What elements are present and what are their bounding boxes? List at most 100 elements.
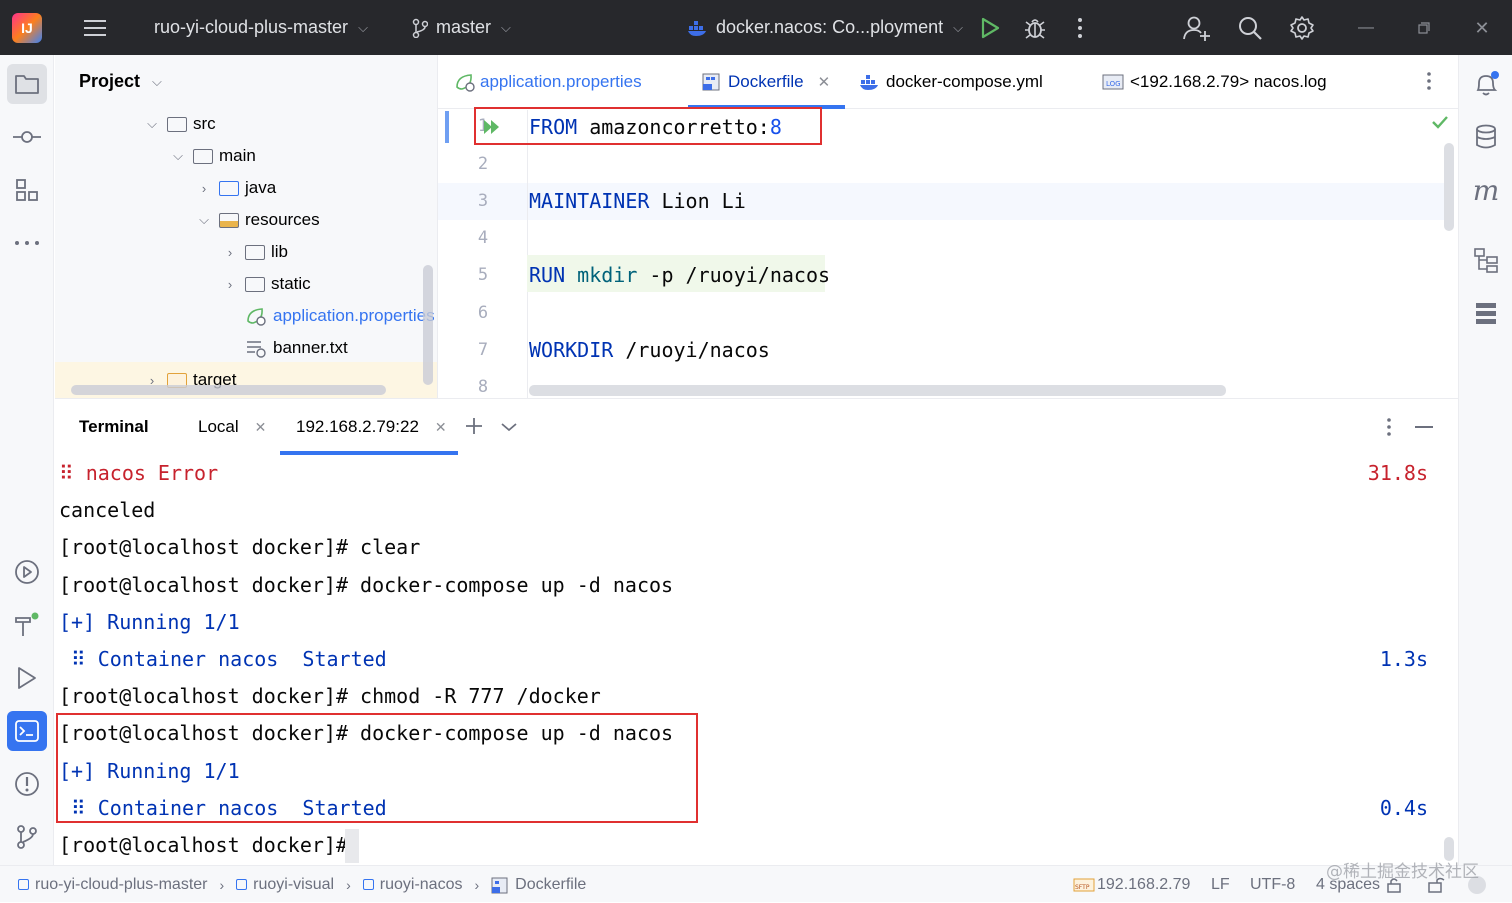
terminal-duration: 1.3s	[1379, 647, 1428, 671]
project-panel-header[interactable]: Project ⌵	[79, 71, 162, 92]
structure-diagram-icon[interactable]	[1466, 240, 1506, 280]
horizontal-scrollbar[interactable]	[529, 385, 1226, 396]
tab-ssh-session[interactable]: 192.168.2.79:22 ✕	[296, 417, 447, 437]
tab-docker-compose[interactable]: docker-compose.yml	[860, 55, 1043, 109]
right-tool-strip: m	[1458, 55, 1512, 865]
tree-item-resources[interactable]: ⌵ resources	[195, 204, 320, 236]
close-tab-icon[interactable]: ✕	[818, 73, 831, 91]
intellij-logo-icon[interactable]: IJ	[12, 13, 42, 43]
restore-window-icon[interactable]	[1410, 14, 1438, 42]
notifications-bell-icon[interactable]	[1466, 64, 1506, 104]
spring-properties-icon	[456, 74, 475, 92]
project-panel: Project ⌵ ⌵ src ⌵ main › java ⌵ resources › l…	[55, 55, 438, 398]
search-icon[interactable]	[1236, 14, 1264, 42]
file-encoding[interactable]: UTF-8	[1250, 866, 1295, 903]
tree-item-label: static	[271, 274, 311, 293]
tree-item-lib[interactable]: › lib	[221, 236, 288, 268]
chevron-right-icon: ›	[346, 876, 351, 893]
tab-nacos-log[interactable]: LOG <192.168.2.79> nacos.log	[1102, 55, 1327, 109]
maven-m-icon[interactable]: m	[1466, 170, 1506, 210]
run-config-selector[interactable]: docker.nacos: Co...ployment ⌵	[688, 0, 963, 55]
tree-item-main[interactable]: ⌵ main	[169, 140, 256, 172]
vertical-scrollbar[interactable]	[1444, 143, 1454, 231]
terminal-panel: Terminal Local ✕ 192.168.2.79:22 ✕ ⠿ nac…	[55, 398, 1458, 865]
database-icon[interactable]	[1466, 117, 1506, 157]
keyword: WORKDIR	[529, 338, 614, 362]
svg-text:SFTP: SFTP	[1075, 884, 1090, 891]
problems-tool-icon[interactable]	[7, 764, 47, 804]
line-separator[interactable]: LF	[1211, 866, 1230, 903]
terminal-options-icon[interactable]	[1386, 417, 1392, 442]
terminal-title: Terminal	[79, 417, 149, 436]
terminal-line: [root@localhost docker]# chmod -R 777 /d…	[59, 684, 601, 708]
code-text: -p /ruoyi/nacos	[637, 263, 831, 287]
code-command: mkdir	[577, 263, 638, 287]
line-number: 8	[477, 377, 489, 397]
editor-panel: application.properties Dockerfile ✕ dock…	[438, 55, 1458, 398]
line-number: 7	[477, 340, 489, 360]
tree-item-label: src	[193, 114, 216, 133]
tab-label: 192.168.2.79:22	[296, 417, 419, 436]
new-tab-plus-icon[interactable]	[465, 417, 483, 440]
terminal-prompt[interactable]: [root@localhost docker]#	[59, 833, 348, 857]
line-number: 2	[477, 154, 489, 174]
tree-item-static[interactable]: › static	[221, 268, 311, 300]
terminal-tool-icon[interactable]	[7, 711, 47, 751]
close-window-icon[interactable]: ✕	[1468, 14, 1496, 42]
project-name: ruo-yi-cloud-plus-master	[154, 17, 349, 37]
tree-item-java[interactable]: › java	[195, 172, 276, 204]
sftp-host[interactable]: SFTP 192.168.2.79	[1073, 866, 1190, 903]
terminal-line: [+] Running 1/1	[59, 610, 240, 634]
resources-folder-icon	[219, 212, 239, 228]
branch-switcher[interactable]: master ⌵	[412, 0, 511, 55]
breadcrumb-item[interactable]: ruoyi-visual	[253, 876, 334, 894]
settings-gear-icon[interactable]	[1288, 14, 1316, 42]
terminal-cursor	[345, 829, 359, 863]
tree-item-src[interactable]: ⌵ src	[143, 108, 216, 140]
no-problems-check-icon[interactable]	[1432, 115, 1448, 134]
hamburger-menu-icon[interactable]	[82, 14, 110, 42]
breadcrumb: ruo-yi-cloud-plus-master › ruoyi-visual …	[18, 866, 586, 903]
run-icon[interactable]	[976, 14, 1004, 42]
tree-item-label: java	[245, 178, 277, 197]
tree-item-banner-txt[interactable]: banner.txt	[245, 332, 348, 364]
dockerfile-icon	[702, 73, 720, 91]
close-tab-icon[interactable]: ✕	[255, 419, 267, 436]
log-file-icon: LOG	[1102, 74, 1124, 90]
line-number: 4	[477, 228, 489, 248]
minimize-panel-icon[interactable]	[1415, 426, 1433, 428]
tab-label: docker-compose.yml	[886, 72, 1043, 91]
debug-icon[interactable]	[1021, 14, 1049, 42]
text-file-icon	[247, 341, 266, 358]
tab-local[interactable]: Local ✕	[198, 417, 266, 437]
breadcrumb-item[interactable]: ruoyi-nacos	[380, 876, 463, 894]
vertical-scrollbar[interactable]	[423, 265, 433, 385]
minimize-window-icon[interactable]: —	[1352, 14, 1380, 42]
structure-tool-icon[interactable]	[7, 170, 47, 210]
commit-tool-icon[interactable]	[7, 117, 47, 157]
tab-options-icon[interactable]	[1426, 71, 1432, 96]
more-actions-icon[interactable]	[1066, 14, 1094, 42]
project-tool-icon[interactable]	[7, 64, 47, 104]
breadcrumb-item[interactable]: Dockerfile	[515, 876, 586, 894]
close-tab-icon[interactable]: ✕	[435, 419, 447, 436]
build-tool-icon[interactable]	[7, 605, 47, 645]
annotation-box	[474, 107, 822, 145]
tab-dockerfile[interactable]: Dockerfile ✕	[702, 55, 830, 109]
code-line-7[interactable]: WORKDIR /ruoyi/nacos	[529, 338, 770, 362]
project-switcher[interactable]: ruo-yi-cloud-plus-master ⌵	[154, 0, 368, 55]
tab-application-properties[interactable]: application.properties	[454, 55, 642, 109]
horizontal-scrollbar[interactable]	[71, 385, 386, 395]
code-line-3[interactable]: MAINTAINER Lion Li	[529, 189, 746, 213]
chevron-down-icon[interactable]	[501, 419, 517, 437]
code-line-5[interactable]: RUN mkdir -p /ruoyi/nacos	[529, 263, 830, 287]
add-user-icon[interactable]	[1183, 14, 1211, 42]
tree-item-application-properties[interactable]: application.properties	[245, 300, 435, 332]
more-tools-icon[interactable]	[7, 223, 47, 263]
remote-host-list-icon[interactable]	[1466, 293, 1506, 333]
breadcrumb-item[interactable]: ruo-yi-cloud-plus-master	[35, 876, 208, 894]
services-tool-icon[interactable]	[7, 552, 47, 592]
run-tool-icon[interactable]	[7, 658, 47, 698]
git-tool-icon[interactable]	[7, 817, 47, 857]
chevron-right-icon: ›	[219, 876, 225, 893]
